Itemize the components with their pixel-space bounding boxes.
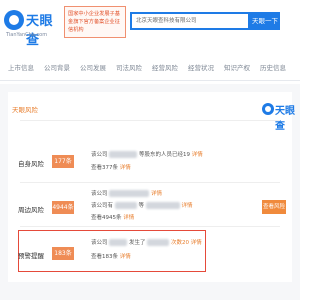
search-input[interactable]: 北京天眼查科技有限公司 — [130, 12, 250, 30]
redacted-name — [147, 239, 170, 246]
search-button[interactable]: 天眼一下 — [250, 12, 280, 30]
risk-count-badge[interactable]: 4944条 — [52, 201, 74, 214]
line-mid: 等 — [138, 203, 145, 209]
line-prefix: 该公司 — [91, 240, 108, 246]
highlight-frame — [18, 230, 206, 272]
top-header: 天眼查 TianYanCha.com 国家中小企业发展子基金旗下官方备案企业征信… — [0, 0, 300, 50]
tab-listing[interactable]: 上市信息 — [8, 62, 34, 72]
risk-count-badge[interactable]: 183条 — [52, 247, 74, 260]
risk-detail-line: 该公司 详情 — [91, 189, 162, 197]
site-logo[interactable]: 天眼查 TianYanCha.com — [4, 6, 64, 48]
redacted-name — [145, 202, 180, 209]
detail-link[interactable]: 详情 — [120, 165, 131, 171]
risk-detail-line: 查看183条 详情 — [91, 252, 131, 260]
detail-link[interactable]: 详情 — [192, 152, 203, 158]
detail-link[interactable]: 次数20 详情 — [171, 240, 202, 246]
redacted-name — [109, 239, 128, 246]
line-prefix: 该公司 — [91, 152, 108, 158]
risk-row-label: 预警提醒 — [18, 252, 44, 260]
view-risk-button[interactable]: 查看风险 — [262, 200, 286, 214]
redacted-name — [109, 190, 150, 197]
line-prefix: 该公司有 — [91, 203, 114, 209]
detail-link[interactable]: 详情 — [151, 191, 162, 197]
divider — [20, 182, 280, 183]
risk-row-label: 自身风险 — [18, 160, 44, 168]
risk-row-label: 周边风险 — [18, 206, 44, 214]
line-prefix: 该公司 — [91, 191, 108, 197]
logo-text: 天眼查 — [26, 14, 54, 48]
line-prefix: 查看4945条 — [91, 215, 122, 221]
divider — [20, 120, 280, 121]
risk-detail-line: 查看4945条 详情 — [91, 213, 134, 221]
risk-detail-line: 该公司有 等 详情 — [91, 201, 193, 209]
tab-development[interactable]: 公司发展 — [80, 62, 106, 72]
tab-legal-risk[interactable]: 司法风险 — [116, 62, 142, 72]
promo-banner[interactable]: 国家中小企业发展子基金旗下官方备案企业征信机构 — [64, 6, 126, 38]
risk-detail-line: 该公司 等股东的人员已经19 详情 — [91, 150, 203, 158]
line-prefix: 查看183条 — [91, 254, 118, 260]
tab-background[interactable]: 公司背景 — [44, 62, 70, 72]
risk-count-badge[interactable]: 177条 — [52, 155, 74, 168]
divider — [20, 226, 280, 227]
risk-detail-line: 查看377条 详情 — [91, 163, 131, 171]
redacted-name — [114, 202, 137, 209]
tab-history[interactable]: 历史信息 — [260, 62, 286, 72]
line-prefix: 查看377条 — [91, 165, 118, 171]
line-mid: 发生了 — [129, 240, 146, 246]
line-mid: 等股东的人员已经19 — [139, 152, 191, 158]
logo-subtext: TianYanCha.com — [6, 32, 48, 38]
risk-detail-line: 该公司 发生了 次数20 详情 — [91, 238, 202, 246]
detail-link[interactable]: 详情 — [123, 215, 134, 221]
company-tabs: 上市信息 公司背景 公司发展 司法风险 经营风险 经营状况 知识产权 历史信息 — [0, 58, 300, 81]
tab-business-status[interactable]: 经营状况 — [188, 62, 214, 72]
tab-business-risk[interactable]: 经营风险 — [152, 62, 178, 72]
logo-eye-icon — [4, 10, 24, 30]
redacted-name — [109, 151, 138, 158]
brand-eye-icon — [262, 103, 274, 115]
brand-text: 天眼查 — [275, 106, 295, 132]
detail-link[interactable]: 详情 — [120, 254, 131, 260]
tab-ip[interactable]: 知识产权 — [224, 62, 250, 72]
detail-link[interactable]: 详情 — [182, 203, 193, 209]
risk-section-title: 天眼风险 — [12, 106, 38, 114]
risk-brand-logo: 天眼查 — [262, 100, 298, 132]
